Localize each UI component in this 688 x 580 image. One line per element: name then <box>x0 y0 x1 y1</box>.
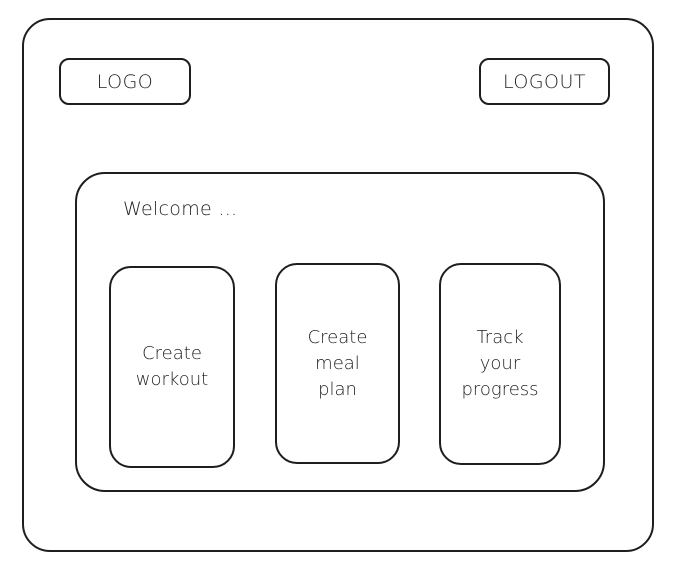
card-label-line: workout <box>135 369 209 390</box>
card-label: Track your progress <box>461 325 538 403</box>
track-progress-card[interactable]: Track your progress <box>439 263 561 465</box>
card-label: Create workout <box>136 341 208 393</box>
card-label-line: Create <box>142 343 202 364</box>
create-workout-card[interactable]: Create workout <box>109 266 235 468</box>
card-label-line: Create <box>307 326 368 348</box>
logout-button[interactable]: LOGOUT <box>479 58 610 105</box>
create-meal-plan-card[interactable]: Create meal plan <box>275 263 400 464</box>
card-label: Create meal plan <box>308 325 368 403</box>
card-label-line: Track <box>476 327 524 348</box>
card-label-line: plan <box>318 378 357 400</box>
card-label-line: progress <box>461 379 539 400</box>
logo-button[interactable]: LOGO <box>59 58 191 105</box>
welcome-heading: Welcome ... <box>123 198 238 220</box>
card-label-line: meal <box>315 352 360 374</box>
card-label-line: your <box>479 353 521 374</box>
